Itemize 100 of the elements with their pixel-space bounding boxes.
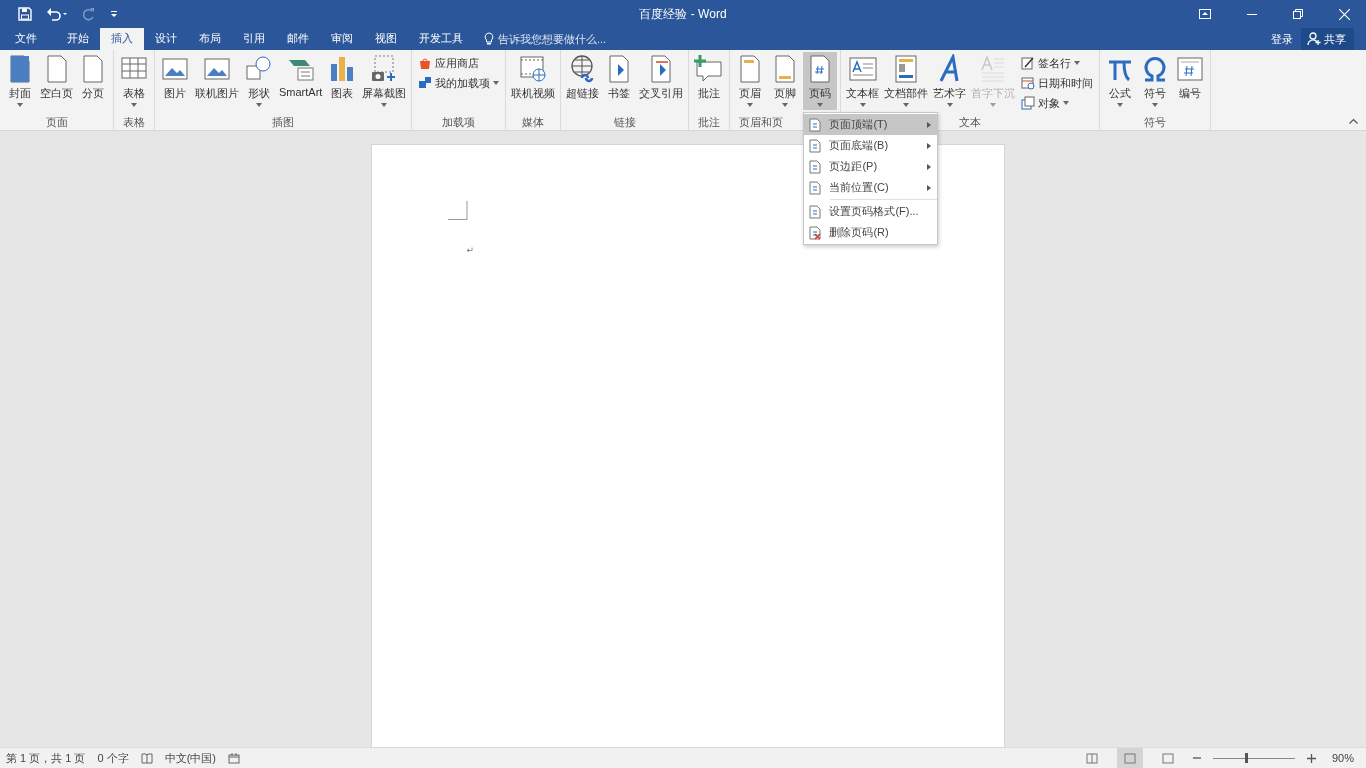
ribbon-button[interactable]: 文本框 bbox=[844, 52, 882, 110]
caret-icon bbox=[493, 81, 500, 85]
undo-icon[interactable] bbox=[46, 7, 68, 21]
language-indicator[interactable]: 中文(中国) bbox=[164, 750, 216, 766]
redo-icon[interactable] bbox=[82, 7, 96, 21]
group-label: 链接 bbox=[613, 115, 636, 130]
web-layout-icon bbox=[1161, 752, 1174, 764]
ribbon-button[interactable]: 空白页 bbox=[38, 52, 75, 110]
proofing-book-icon[interactable] bbox=[140, 752, 153, 764]
ribbon-button[interactable]: 应用商店 bbox=[415, 54, 503, 72]
ribbon-tab[interactable]: 插入 bbox=[100, 28, 144, 50]
submenu-arrow-icon bbox=[927, 163, 932, 170]
collapse-ribbon-icon[interactable] bbox=[1349, 118, 1358, 124]
menu-item[interactable]: 页面顶端(T) bbox=[804, 114, 938, 135]
menu-item[interactable]: 删除页码(R) bbox=[804, 222, 938, 243]
ribbon-button[interactable]: 超链接 bbox=[564, 52, 602, 110]
word-count[interactable]: 0 个字 bbox=[97, 750, 129, 766]
ribbon-button[interactable]: 编号 bbox=[1173, 52, 1208, 110]
ribbon-button[interactable]: 形状 bbox=[242, 52, 276, 110]
ribbon-button[interactable]: 联机视频 bbox=[509, 52, 558, 110]
menu-item[interactable]: 页面底端(B) bbox=[804, 135, 938, 156]
page-count[interactable]: 第 1 页，共 1 页 bbox=[6, 750, 86, 766]
ribbon-button[interactable]: 图片 bbox=[158, 52, 192, 110]
ribbon-tab[interactable]: 视图 bbox=[364, 28, 408, 50]
ribbon-display-icon[interactable] bbox=[1199, 9, 1211, 19]
text-box-icon bbox=[847, 54, 878, 84]
caret-icon bbox=[256, 103, 262, 107]
ribbon-button[interactable]: SmartArt bbox=[277, 52, 325, 110]
ribbon-button[interactable]: 页眉 bbox=[733, 52, 768, 110]
ribbon-button[interactable]: 页脚 bbox=[768, 52, 803, 110]
addin-icon bbox=[418, 76, 433, 90]
ribbon-button[interactable]: 公式 bbox=[1103, 52, 1138, 110]
group-label: 符号 bbox=[1144, 115, 1167, 130]
lightbulb-icon bbox=[484, 32, 494, 46]
page-icon bbox=[809, 204, 822, 219]
ribbon-tab[interactable]: 邮件 bbox=[276, 28, 320, 50]
customize-caret-icon[interactable] bbox=[110, 10, 118, 18]
ribbon-tab[interactable]: 文件 bbox=[4, 28, 48, 50]
save-icon[interactable] bbox=[18, 7, 32, 21]
page-icon bbox=[809, 138, 822, 153]
caret-icon bbox=[903, 103, 910, 107]
signature-icon bbox=[1021, 56, 1036, 70]
caret-icon bbox=[1074, 61, 1081, 65]
person-icon bbox=[1307, 32, 1321, 46]
zoom-slider[interactable] bbox=[1212, 752, 1295, 764]
ribbon-tab[interactable]: 设计 bbox=[144, 28, 188, 50]
page-icon bbox=[809, 117, 822, 132]
ribbon-button[interactable]: 页码 bbox=[803, 52, 838, 110]
ribbon-tab[interactable]: 引用 bbox=[232, 28, 276, 50]
ribbon-button[interactable]: 封面 bbox=[3, 52, 37, 110]
page-icon bbox=[809, 159, 822, 174]
macro-icon[interactable] bbox=[228, 752, 240, 764]
group-label: 页眉和页 bbox=[739, 115, 784, 130]
ribbon-button[interactable]: 分页 bbox=[76, 52, 110, 110]
zoom-thumb[interactable] bbox=[1244, 753, 1248, 763]
submenu-arrow-icon bbox=[927, 184, 932, 191]
menu-item[interactable]: 设置页码格式(F)... bbox=[804, 201, 938, 222]
ribbon-button[interactable]: 对象 bbox=[1018, 94, 1097, 112]
zoom-in-icon[interactable] bbox=[1306, 753, 1316, 763]
caret-icon bbox=[131, 103, 137, 107]
tell-me-field[interactable]: 告诉我您想要做什么... bbox=[484, 28, 628, 50]
submenu-arrow-icon bbox=[927, 142, 932, 149]
ribbon-tab[interactable]: 布局 bbox=[188, 28, 232, 50]
ribbon-button[interactable]: 文档部件 bbox=[882, 52, 931, 110]
ribbon-button[interactable]: 联机图片 bbox=[193, 52, 241, 110]
menu-item[interactable]: 当前位置(C) bbox=[804, 177, 938, 198]
object-icon bbox=[1021, 96, 1036, 110]
ribbon-button[interactable]: 交叉引用 bbox=[637, 52, 686, 110]
ribbon-button[interactable]: 图表 bbox=[325, 52, 360, 110]
restore-icon[interactable] bbox=[1293, 9, 1303, 19]
zoom-percentage[interactable]: 90% bbox=[1331, 752, 1354, 764]
margin-corner-mark bbox=[447, 201, 468, 220]
ribbon-button[interactable]: 书签 bbox=[602, 52, 637, 110]
close-icon[interactable] bbox=[1339, 8, 1350, 20]
ribbon-button[interactable]: 屏幕截图 bbox=[360, 52, 409, 110]
ribbon-tab[interactable]: 审阅 bbox=[320, 28, 364, 50]
group-label: 加载项 bbox=[442, 115, 476, 130]
group-label: 表格 bbox=[123, 115, 145, 130]
ribbon-button[interactable]: 批注 bbox=[692, 52, 727, 110]
ribbon-button[interactable]: 表格 bbox=[117, 52, 151, 110]
sign-in-link[interactable]: 登录 bbox=[1263, 28, 1301, 50]
zoom-out-icon[interactable] bbox=[1192, 754, 1201, 762]
delete-page-icon bbox=[809, 225, 822, 240]
share-button[interactable]: 共享 bbox=[1301, 28, 1354, 50]
submenu-arrow-icon bbox=[927, 121, 932, 128]
ribbon-tab[interactable]: 开发工具 bbox=[408, 28, 474, 50]
ribbon-button[interactable]: 艺术字 bbox=[931, 52, 969, 110]
ribbon-button[interactable]: 签名行 bbox=[1018, 54, 1097, 72]
page-icon bbox=[809, 180, 822, 195]
ribbon-tab[interactable]: 开始 bbox=[56, 28, 100, 50]
book-icon bbox=[1085, 752, 1098, 764]
ribbon-button[interactable]: 符号 bbox=[1138, 52, 1173, 110]
calendar-icon bbox=[1021, 76, 1036, 90]
group-label: 页面 bbox=[45, 115, 68, 130]
caret-icon bbox=[817, 103, 824, 107]
caret-icon bbox=[1063, 101, 1070, 105]
ribbon-button[interactable]: 我的加载项 bbox=[415, 74, 503, 92]
menu-item[interactable]: 页边距(P) bbox=[804, 156, 938, 177]
ribbon-button[interactable]: 日期和时间 bbox=[1018, 74, 1097, 92]
group-label: 批注 bbox=[698, 115, 721, 130]
